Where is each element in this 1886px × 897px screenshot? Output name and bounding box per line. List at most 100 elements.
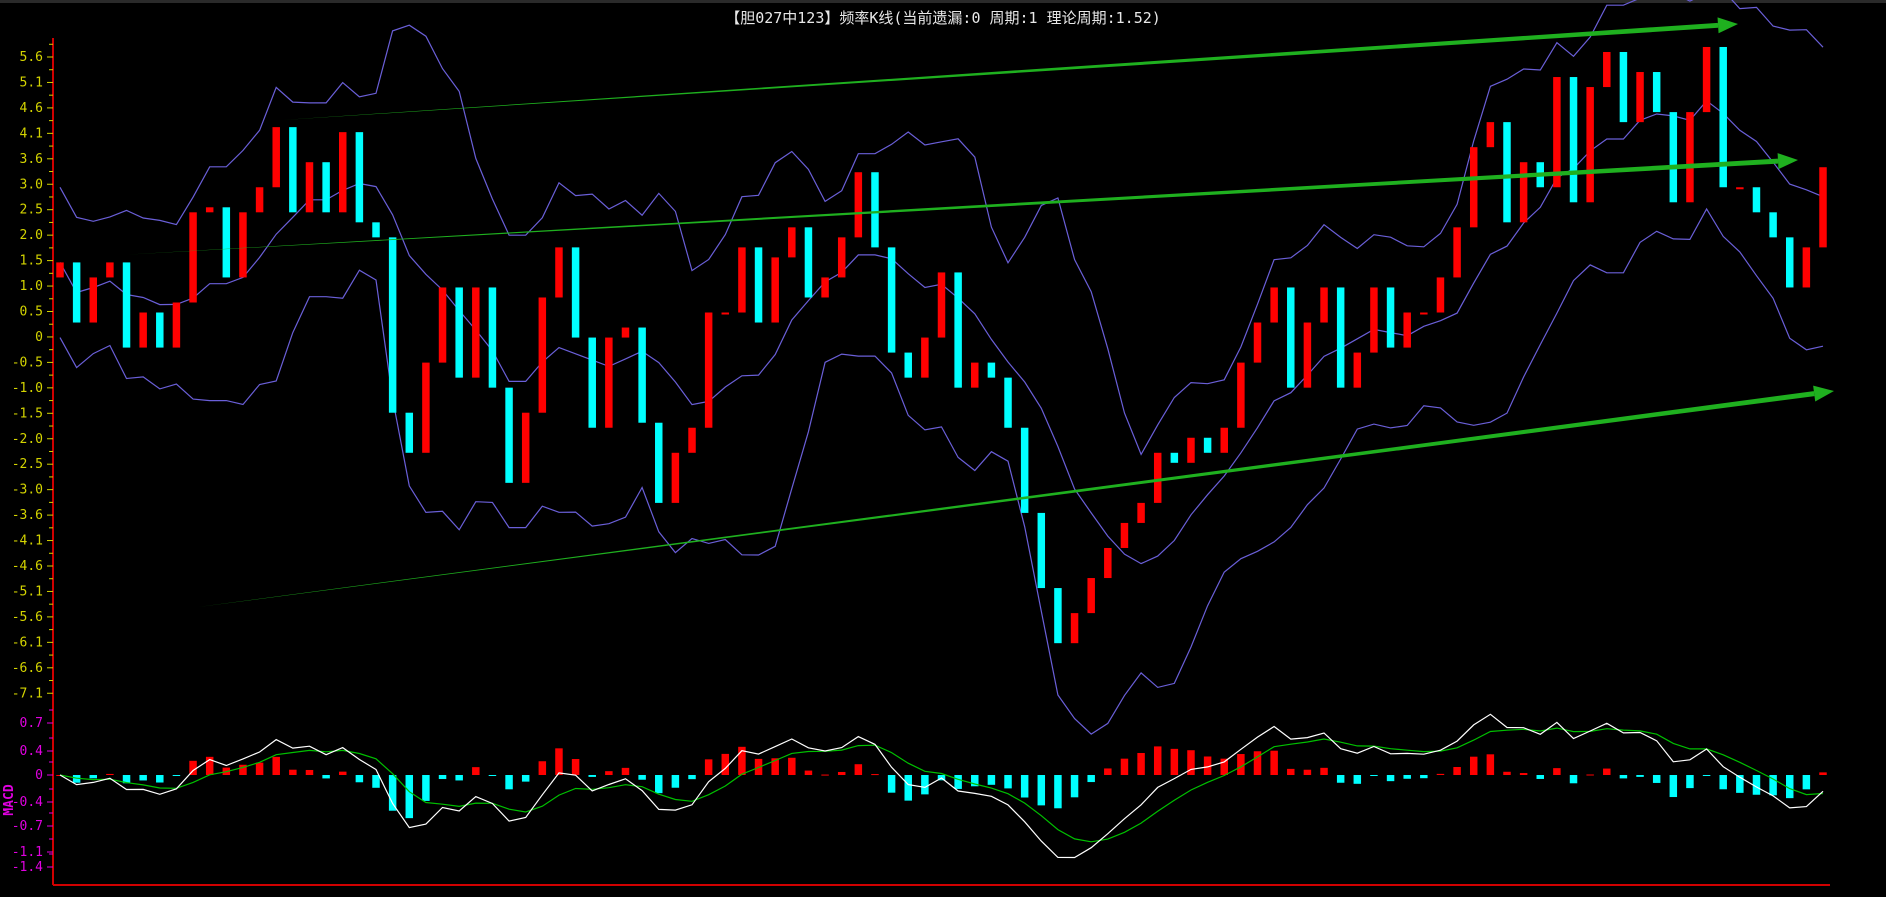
macd-bar-positive	[605, 771, 613, 775]
macd-bar-positive	[1137, 752, 1145, 775]
macd-tick-label: -1.4	[12, 860, 43, 875]
y-tick-label: -2.5	[12, 457, 43, 472]
candle-up	[521, 412, 530, 483]
macd-bar-positive	[1270, 750, 1278, 775]
candle-down	[1386, 287, 1395, 348]
y-tick-label: -4.6	[12, 559, 43, 574]
y-tick-label: -1.5	[12, 406, 43, 421]
candle-up	[704, 312, 713, 428]
candle-down	[1769, 212, 1777, 238]
trend-line	[120, 158, 1779, 255]
y-tick-label: 2.0	[20, 228, 43, 243]
y-tick-label: -6.6	[12, 661, 43, 676]
macd-bar-negative	[1087, 775, 1095, 783]
candle-down	[1569, 77, 1578, 203]
macd-bar-positive	[821, 774, 829, 776]
macd-bar-negative	[921, 775, 929, 795]
arrow-head	[1777, 153, 1798, 170]
macd-bar-positive	[621, 767, 630, 775]
macd-bar-positive	[305, 769, 314, 775]
y-tick-label: -0.5	[12, 355, 43, 370]
macd-bar-negative	[1569, 775, 1578, 784]
macd-bar-positive	[472, 767, 480, 775]
y-tick-label: 4.1	[20, 126, 43, 141]
candle-up	[1353, 352, 1362, 388]
candle-down	[1037, 512, 1046, 589]
candle-up	[1403, 312, 1411, 348]
candle-up	[1686, 112, 1694, 203]
candle-down	[871, 172, 879, 248]
candle-up	[1303, 322, 1312, 388]
candle-down	[1203, 437, 1212, 453]
macd-bar-negative	[1070, 775, 1079, 798]
macd-tick-label: 0.7	[20, 716, 43, 731]
candle-up	[1087, 578, 1095, 614]
candle-up	[1270, 287, 1278, 323]
macd-bar-negative	[1054, 775, 1062, 809]
candle-down	[72, 262, 81, 323]
macd-bar-positive	[1104, 768, 1112, 775]
macd-bar-positive	[871, 774, 879, 776]
macd-bar-positive	[1436, 773, 1445, 775]
candle-up	[538, 297, 547, 413]
candle-up	[721, 312, 730, 315]
candle-down	[1785, 237, 1794, 288]
macd-tick-label: 0	[35, 768, 43, 783]
candle-up	[1736, 187, 1744, 190]
candle-up	[1453, 227, 1461, 278]
y-tick-label: -1.0	[12, 381, 43, 396]
macd-bar-negative	[655, 775, 663, 794]
candle-up	[1802, 247, 1811, 288]
y-tick-label: 1.0	[20, 279, 43, 294]
macd-bar-positive	[1120, 758, 1129, 775]
candle-down	[405, 412, 414, 453]
arrow-head	[1717, 17, 1738, 34]
macd-bar-negative	[1719, 775, 1727, 790]
candle-down	[1652, 72, 1661, 113]
candle-up	[305, 162, 314, 213]
macd-bar-negative	[1669, 775, 1678, 798]
macd-bar-negative	[1536, 775, 1544, 779]
candle-down	[505, 387, 513, 483]
macd-bar-negative	[1004, 775, 1012, 789]
candle-down	[804, 227, 813, 298]
trend-arrow	[120, 153, 1798, 255]
candle-up	[272, 127, 280, 188]
candle-up	[1603, 51, 1611, 88]
y-tick-label: -5.1	[12, 584, 43, 599]
candle-up	[1070, 613, 1079, 644]
candle-up	[1702, 46, 1711, 113]
y-tick-label: 1.5	[20, 254, 43, 269]
macd-bar-positive	[1320, 767, 1328, 775]
macd-bar-negative	[887, 775, 896, 793]
candle-down	[887, 247, 896, 353]
macd-bar-positive	[704, 759, 713, 775]
candle-up	[106, 262, 114, 278]
trend-arrow	[283, 17, 1738, 120]
candle-up	[339, 132, 347, 213]
candle-down	[1170, 452, 1179, 463]
y-tick-label: -6.1	[12, 635, 43, 650]
candle-up	[971, 362, 979, 388]
candle-up	[1120, 522, 1129, 548]
macd-bar-positive	[854, 764, 863, 775]
macd-bar-positive	[837, 771, 846, 775]
bollinger-upper-line	[59, 0, 1824, 456]
macd-tick-label: -0.7	[12, 819, 43, 834]
candle-down	[571, 247, 580, 338]
macd-bar-negative	[904, 775, 912, 801]
macd-bar-positive	[1237, 754, 1245, 775]
macd-bar-positive	[339, 771, 347, 775]
kline-chart: 5.6 5.1 4.6 4.1 3.6 3.0 2.5 2.0 1.5 1.0 0.5 0 -0.5 -1…	[2, 0, 1834, 886]
macd-bar-negative	[1802, 775, 1811, 790]
candle-down	[355, 132, 364, 223]
macd-tick-label: -1.1	[12, 845, 43, 860]
candle-up	[189, 212, 197, 303]
macd-bar-positive	[721, 753, 730, 775]
candle-up	[472, 287, 480, 378]
candle-up	[1486, 122, 1495, 148]
candle-down	[1336, 287, 1345, 388]
macd-bar-negative	[1386, 775, 1395, 782]
candle-up	[1469, 147, 1478, 228]
macd-bar-positive	[289, 769, 297, 775]
